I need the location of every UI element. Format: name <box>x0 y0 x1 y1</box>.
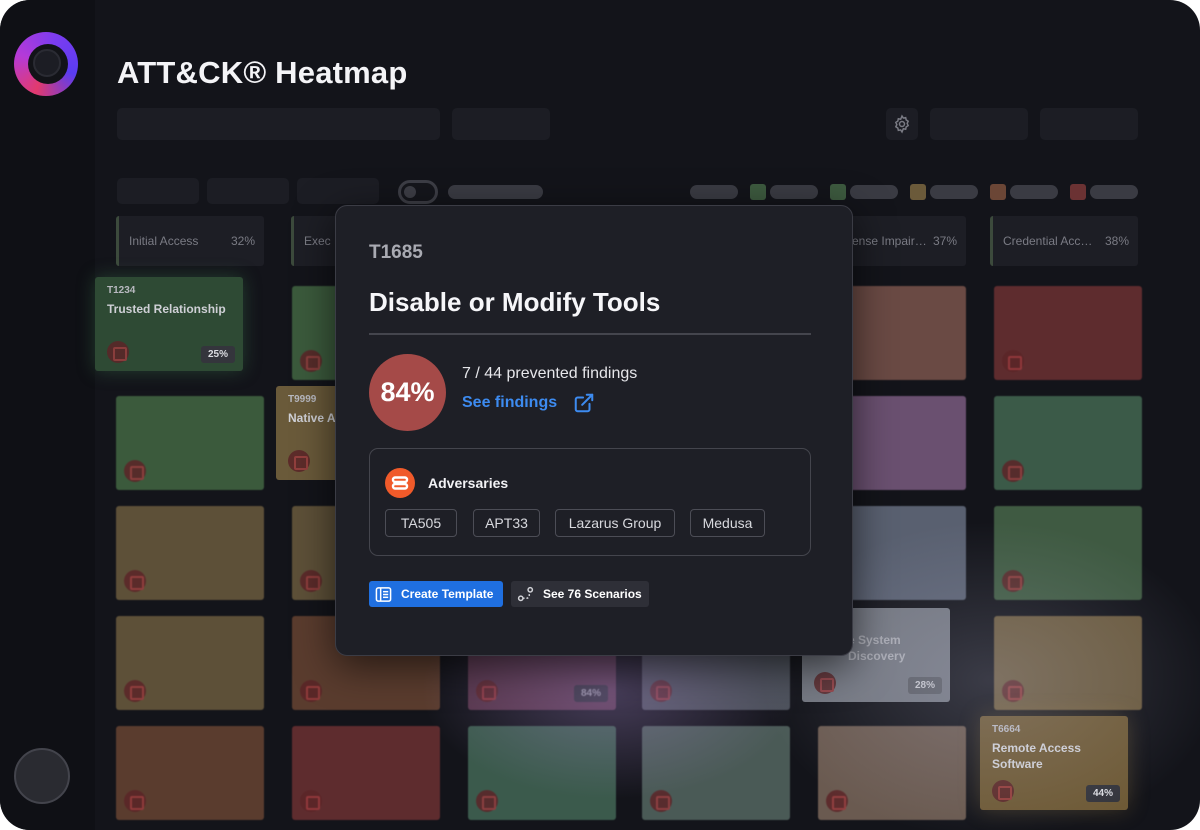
brand-icon <box>300 680 322 702</box>
tile-code: T6664 <box>992 724 1021 735</box>
see-scenarios-button[interactable]: See 76 Scenarios <box>511 581 649 607</box>
see-findings-link[interactable]: See findings <box>462 392 595 414</box>
technique-tile[interactable] <box>468 726 616 820</box>
technique-tile[interactable] <box>994 616 1142 710</box>
brand-icon <box>476 680 498 702</box>
adversary-chip[interactable]: Lazarus Group <box>555 509 675 537</box>
see-scenarios-label: See 76 Scenarios <box>543 587 642 601</box>
tile-pct: 84% <box>573 685 608 702</box>
brand-icon <box>1002 680 1024 702</box>
technique-tile[interactable] <box>994 396 1142 490</box>
technique-tile[interactable]: T6664 Remote Access Software 44% <box>980 716 1128 810</box>
tile-name: Trusted Relationship <box>107 302 226 316</box>
app-frame: ATT&CK® Heatmap Initial Access 32% Exec … <box>0 0 1200 830</box>
brand-icon <box>124 460 146 482</box>
brand-icon <box>650 790 672 812</box>
tile-code: T1234 <box>107 285 136 296</box>
tile-name: e System Discovery <box>848 633 906 663</box>
tile-name: Remote Access Software <box>992 741 1081 771</box>
brand-icon <box>300 790 322 812</box>
tile-pct: 25% <box>200 346 235 363</box>
brand-icon <box>288 450 310 472</box>
create-template-button[interactable]: Create Template <box>369 581 503 607</box>
brand-icon <box>124 790 146 812</box>
create-template-label: Create Template <box>401 587 494 601</box>
brand-icon <box>476 790 498 812</box>
technique-tile[interactable] <box>994 286 1142 380</box>
adversaries-label: Adversaries <box>428 475 509 491</box>
technique-title: Disable or Modify Tools <box>369 287 661 317</box>
findings-count: 7 / 44 prevented findings <box>462 365 638 382</box>
technique-tile[interactable] <box>642 726 790 820</box>
adversary-chip[interactable]: TA505 <box>385 509 457 537</box>
brand-icon <box>107 341 129 363</box>
prevention-score: 84% <box>369 354 446 431</box>
brand-icon <box>826 790 848 812</box>
technique-code: T1685 <box>369 242 423 263</box>
brand-icon <box>1002 570 1024 592</box>
template-icon <box>375 586 392 602</box>
tile-pct: 44% <box>1085 785 1120 802</box>
adversary-chip[interactable]: Medusa <box>690 509 765 537</box>
technique-tile[interactable] <box>994 506 1142 600</box>
technique-tile[interactable] <box>116 396 264 490</box>
brand-icon <box>124 680 146 702</box>
external-link-icon <box>574 393 594 413</box>
see-findings-label: See findings <box>462 394 558 411</box>
tile-pct: 28% <box>907 677 942 694</box>
brand-icon <box>300 570 322 592</box>
technique-tile[interactable] <box>116 506 264 600</box>
technique-tile[interactable] <box>818 726 966 820</box>
brand-icon <box>650 680 672 702</box>
technique-tile[interactable] <box>116 616 264 710</box>
brand-icon <box>300 350 322 372</box>
adversaries-panel: Adversaries TA505 APT33 Lazarus Group Me… <box>369 448 811 556</box>
brand-icon <box>1002 460 1024 482</box>
brand-icon <box>814 672 836 694</box>
adversary-icon <box>385 468 415 498</box>
technique-tile[interactable] <box>116 726 264 820</box>
divider <box>369 333 811 335</box>
technique-tile[interactable] <box>292 726 440 820</box>
scenarios-icon <box>517 586 534 601</box>
logo-core <box>33 49 61 77</box>
tile-code: T9999 <box>288 394 317 405</box>
brand-icon <box>992 780 1014 802</box>
brand-icon <box>1002 350 1024 372</box>
brand-icon <box>124 570 146 592</box>
technique-tile[interactable]: T1234 Trusted Relationship 25% <box>95 277 243 371</box>
adversary-chip[interactable]: APT33 <box>473 509 540 537</box>
technique-detail-modal: T1685 Disable or Modify Tools 84% 7 / 44… <box>335 205 853 656</box>
